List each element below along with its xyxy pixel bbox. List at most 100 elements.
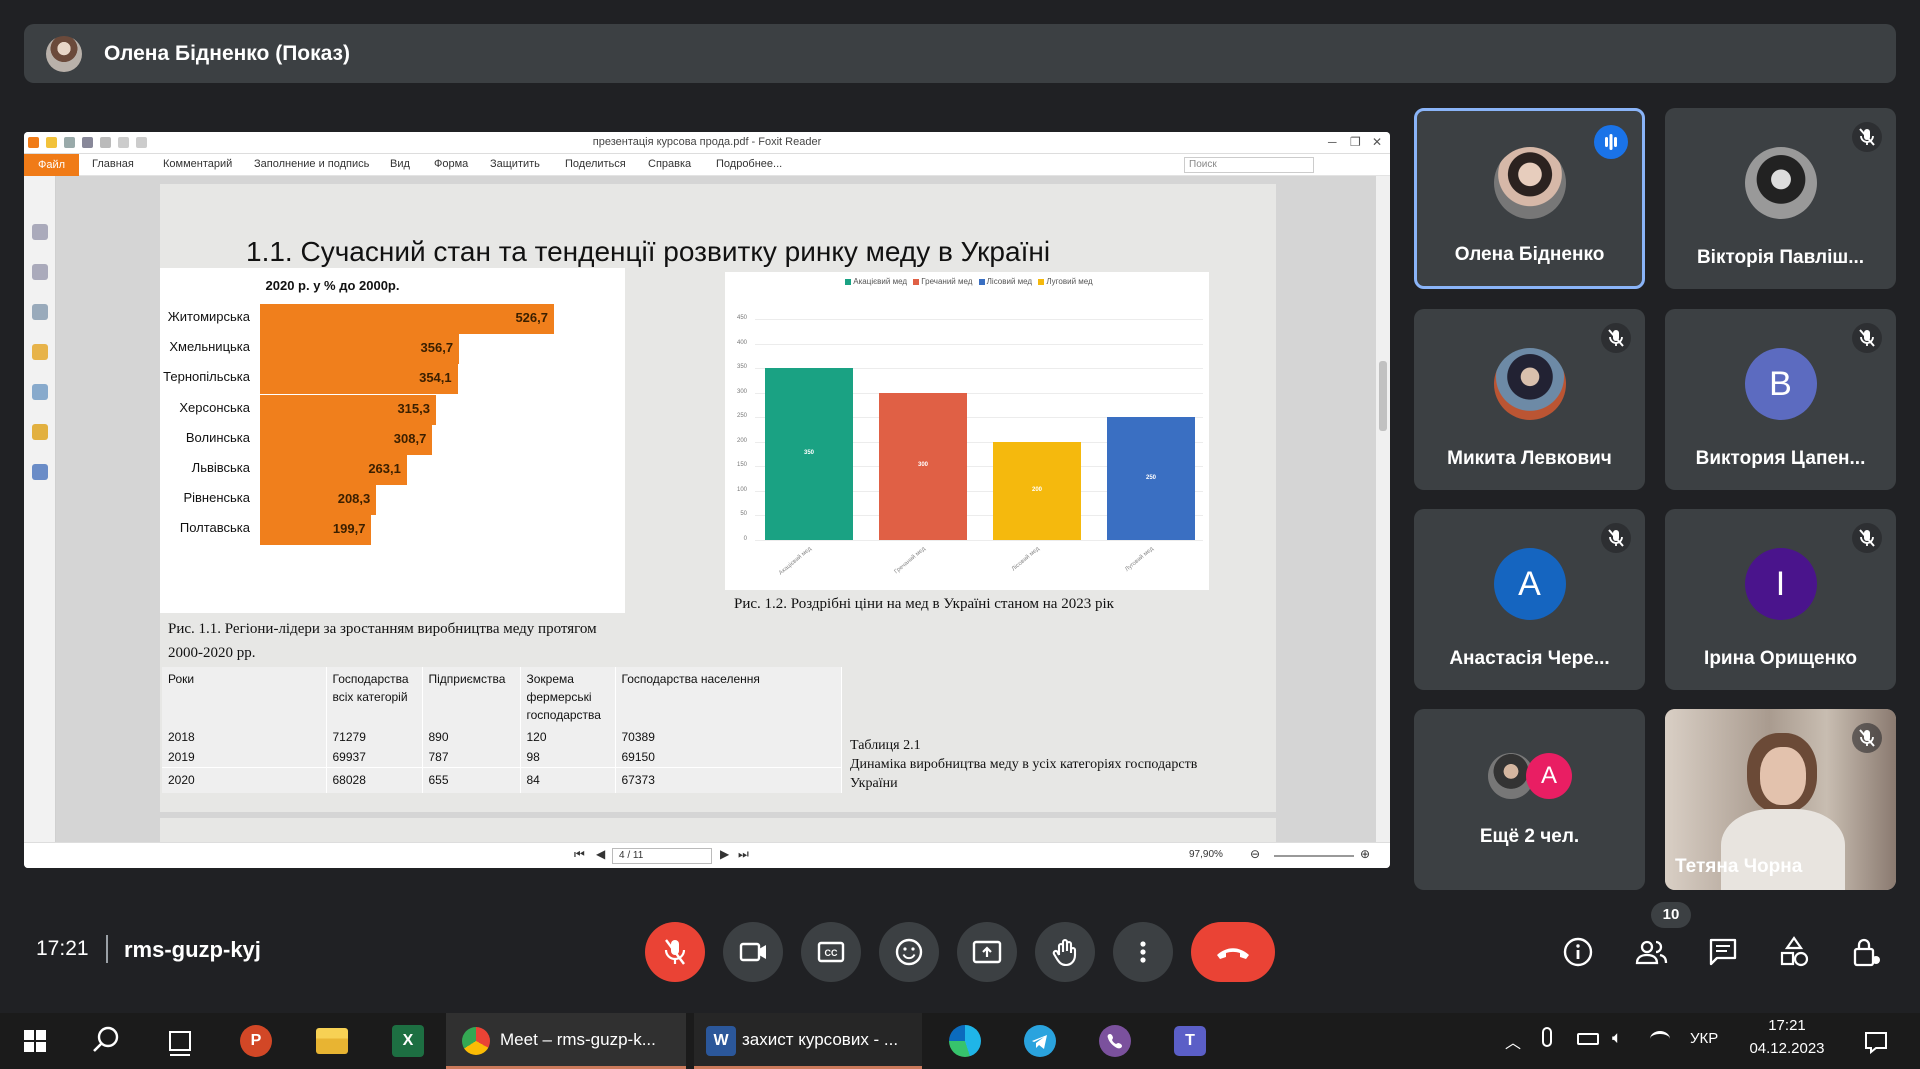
pages-icon[interactable]: [32, 264, 48, 280]
present-screen-button[interactable]: [957, 922, 1017, 982]
more-participants-tile[interactable]: А Ещё 2 чел.: [1414, 709, 1645, 890]
page-indicator[interactable]: 4 / 11: [612, 848, 712, 864]
participant-name: Анастасія Чере...: [1449, 648, 1610, 669]
table-row: 2020 68028 655 84 67373: [162, 766, 842, 793]
wifi-icon[interactable]: [1650, 1031, 1670, 1047]
people-button[interactable]: [1631, 932, 1671, 972]
first-page-icon[interactable]: ⏮: [574, 847, 585, 862]
mic-off-icon: [1852, 122, 1882, 152]
close-icon[interactable]: ✕: [1372, 135, 1382, 149]
attachments-icon[interactable]: [32, 384, 48, 400]
tray-overflow-icon[interactable]: ︿: [1505, 1029, 1521, 1053]
participant-tile[interactable]: В Виктория Цапен...: [1665, 309, 1896, 490]
participant-video-tile[interactable]: Тетяна Чорна: [1665, 709, 1896, 890]
taskbar-telegram[interactable]: [1010, 1013, 1070, 1069]
taskbar-teams[interactable]: T: [1160, 1013, 1220, 1069]
viewer-vertical-scrollbar[interactable]: [1376, 176, 1390, 842]
zoom-in-icon[interactable]: ⊕: [1360, 847, 1370, 861]
participant-tile[interactable]: Вікторія Павліш...: [1665, 108, 1896, 289]
input-language[interactable]: УКР: [1690, 1030, 1718, 1047]
menu-more[interactable]: Подробнее...: [716, 158, 782, 170]
zoom-out-icon[interactable]: ⊖: [1250, 847, 1260, 861]
start-button[interactable]: [0, 1013, 70, 1069]
menu-help[interactable]: Справка: [648, 158, 691, 170]
table-cell: 70389: [615, 727, 842, 747]
participant-tile[interactable]: Микита Левкович: [1414, 309, 1645, 490]
participant-tile[interactable]: А Анастасія Чере...: [1414, 509, 1645, 690]
search-button[interactable]: [76, 1013, 136, 1069]
y-tick-label: 450: [736, 315, 747, 321]
legend-swatch: [978, 278, 985, 285]
leave-call-button[interactable]: [1191, 922, 1275, 982]
bar-category-label: Хмельницька: [169, 339, 250, 355]
menu-form[interactable]: Форма: [434, 158, 468, 170]
taskbar-viber[interactable]: [1085, 1013, 1145, 1069]
folder-icon: [316, 1028, 348, 1054]
restore-icon[interactable]: ❐: [1350, 135, 1361, 149]
volume-icon[interactable]: 🔈︎: [1612, 1028, 1622, 1048]
bookmarks-icon[interactable]: [32, 224, 48, 240]
host-controls-button[interactable]: [1846, 932, 1886, 972]
table-cell: 69150: [615, 747, 842, 767]
bar-category-label: Волинська: [185, 429, 250, 445]
more-options-button[interactable]: [1113, 922, 1173, 982]
table-header: Господарства всіх категорій: [326, 667, 423, 727]
mic-off-icon: [664, 939, 686, 965]
table-header-row: Роки Господарства всіх категорій Підприє…: [162, 667, 842, 727]
y-tick-label: 200: [736, 437, 747, 444]
meeting-info-button[interactable]: [1558, 932, 1598, 972]
minimize-icon[interactable]: ─: [1328, 135, 1337, 149]
x-tick-label: Лісовий мед: [1010, 546, 1041, 573]
taskbar-file-explorer[interactable]: [302, 1013, 362, 1069]
battery-icon[interactable]: [1577, 1033, 1599, 1045]
layers-icon[interactable]: [32, 304, 48, 320]
zoom-level[interactable]: 97,90%: [1189, 849, 1223, 860]
taskbar-edge[interactable]: [935, 1013, 995, 1069]
participant-tile[interactable]: Олена Бідненко: [1414, 108, 1645, 289]
taskbar-word[interactable]: W захист курсових - ...: [694, 1013, 922, 1069]
last-page-icon[interactable]: ⏭: [738, 847, 749, 862]
viewer-search-input[interactable]: Поиск: [1184, 157, 1314, 173]
security-icon[interactable]: [32, 424, 48, 440]
camera-toggle-button[interactable]: [723, 922, 783, 982]
menu-fill-sign[interactable]: Заполнение и подпись: [254, 158, 369, 170]
reactions-button[interactable]: [879, 922, 939, 982]
next-page-icon[interactable]: ▶: [720, 847, 729, 861]
word-icon: W: [706, 1026, 736, 1056]
menu-home[interactable]: Главная: [92, 158, 134, 170]
bar-value-label: 315,3: [397, 400, 430, 416]
menu-share[interactable]: Поделиться: [565, 158, 626, 170]
signature-icon[interactable]: [32, 464, 48, 480]
y-tick-label: 0: [743, 536, 747, 542]
menu-comment[interactable]: Комментарий: [163, 158, 232, 170]
menu-protect[interactable]: Защитить: [490, 158, 540, 170]
captions-button[interactable]: CC: [801, 922, 861, 982]
participant-tile[interactable]: І Ірина Орищенко: [1665, 509, 1896, 690]
windows-logo-icon: [24, 1030, 46, 1052]
microphone-icon[interactable]: [1542, 1027, 1552, 1047]
taskbar-clock[interactable]: 17:21 04.12.2023: [1740, 1014, 1834, 1060]
prev-page-icon[interactable]: ◀: [596, 847, 605, 861]
participant-name: Виктория Цапен...: [1695, 448, 1866, 469]
info-icon: [1563, 937, 1593, 967]
bar-category-label: Херсонська: [179, 399, 250, 415]
task-view-button[interactable]: [150, 1013, 210, 1069]
presenter-avatar: [46, 35, 82, 72]
mic-off-icon: [1852, 723, 1882, 753]
chat-button[interactable]: [1703, 932, 1743, 972]
comments-icon[interactable]: [32, 344, 48, 360]
presenter-banner-title: Олена Бідненко (Показ): [104, 41, 350, 65]
notifications-button[interactable]: [1856, 1022, 1896, 1062]
mic-toggle-button[interactable]: [645, 922, 705, 982]
scrollbar-thumb[interactable]: [1379, 361, 1387, 431]
word-window-label: захист курсових - ...: [742, 1030, 899, 1049]
viewer-menubar: Файл Главная Комментарий Заполнение и по…: [24, 154, 1390, 176]
taskbar-chrome-meet[interactable]: Meet – rms-guzp-k...: [446, 1013, 686, 1069]
activities-button[interactable]: [1774, 932, 1814, 972]
menu-view[interactable]: Вид: [390, 158, 410, 170]
raise-hand-button[interactable]: [1035, 922, 1095, 982]
zoom-slider[interactable]: [1274, 855, 1354, 857]
taskbar-powerpoint[interactable]: P: [226, 1013, 286, 1069]
taskbar-excel[interactable]: X: [378, 1013, 438, 1069]
menu-file[interactable]: Файл: [24, 154, 79, 176]
